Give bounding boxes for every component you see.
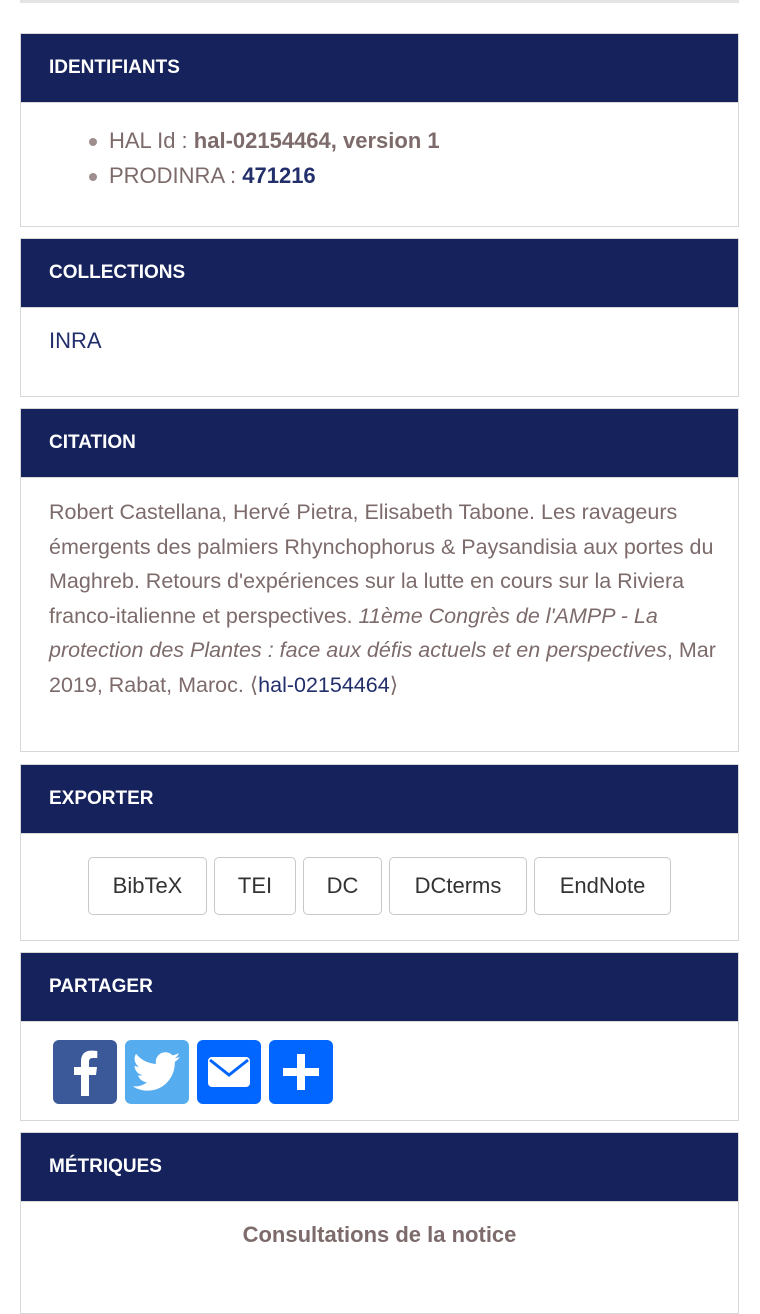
partager-panel: PARTAGER	[20, 952, 739, 1121]
share-buttons	[53, 1040, 333, 1104]
panel-heading: MÉTRIQUES	[21, 1133, 738, 1202]
export-endnote-button[interactable]: EndNote	[534, 857, 671, 915]
panel-heading: EXPORTER	[21, 765, 738, 834]
hal-id-label: HAL Id :	[109, 128, 194, 153]
plus-icon	[283, 1054, 319, 1090]
prodinra-label: PRODINRA :	[109, 163, 243, 188]
citation-hal-link[interactable]: hal-02154464	[258, 673, 390, 697]
hal-id-value: hal-02154464, version 1	[193, 128, 440, 153]
citation-panel: CITATION Robert Castellana, Hervé Pietra…	[20, 408, 739, 752]
panel-heading: CITATION	[21, 409, 738, 478]
collections-panel: COLLECTIONS INRA	[20, 238, 739, 397]
list-item: HAL Id : hal-02154464, version 1	[89, 123, 440, 158]
top-divider	[20, 0, 739, 3]
citation-ref-close: ⟩	[389, 672, 399, 697]
email-share-button[interactable]	[197, 1040, 261, 1104]
identifiants-panel: IDENTIFIANTS HAL Id : hal-02154464, vers…	[20, 33, 739, 227]
list-item: PRODINRA : 471216	[89, 158, 440, 193]
collection-link-inra[interactable]: INRA	[49, 328, 102, 354]
panel-heading: COLLECTIONS	[21, 239, 738, 308]
export-buttons: BibTeX TEI DC DCterms EndNote	[88, 857, 671, 915]
export-dcterms-button[interactable]: DCterms	[389, 857, 527, 915]
panel-heading: PARTAGER	[21, 953, 738, 1022]
exporter-panel: EXPORTER BibTeX TEI DC DCterms EndNote	[20, 764, 739, 941]
panel-heading: IDENTIFIANTS	[21, 34, 738, 103]
email-icon	[208, 1057, 250, 1087]
twitter-share-button[interactable]	[125, 1040, 189, 1104]
prodinra-link[interactable]: 471216	[242, 163, 315, 188]
identifier-list: HAL Id : hal-02154464, version 1 PRODINR…	[89, 123, 440, 193]
export-bibtex-button[interactable]: BibTeX	[88, 857, 207, 915]
citation-text: Robert Castellana, Hervé Pietra, Elisabe…	[49, 495, 719, 702]
citation-ref-open: ⟨	[249, 672, 259, 697]
facebook-share-button[interactable]	[53, 1040, 117, 1104]
export-tei-button[interactable]: TEI	[214, 857, 296, 915]
metrics-subtitle: Consultations de la notice	[242, 1222, 517, 1247]
twitter-icon	[133, 1052, 181, 1091]
facebook-icon	[74, 1050, 98, 1096]
metriques-panel: MÉTRIQUES Consultations de la notice	[20, 1132, 739, 1314]
export-dc-button[interactable]: DC	[303, 857, 382, 915]
more-share-button[interactable]	[269, 1040, 333, 1104]
